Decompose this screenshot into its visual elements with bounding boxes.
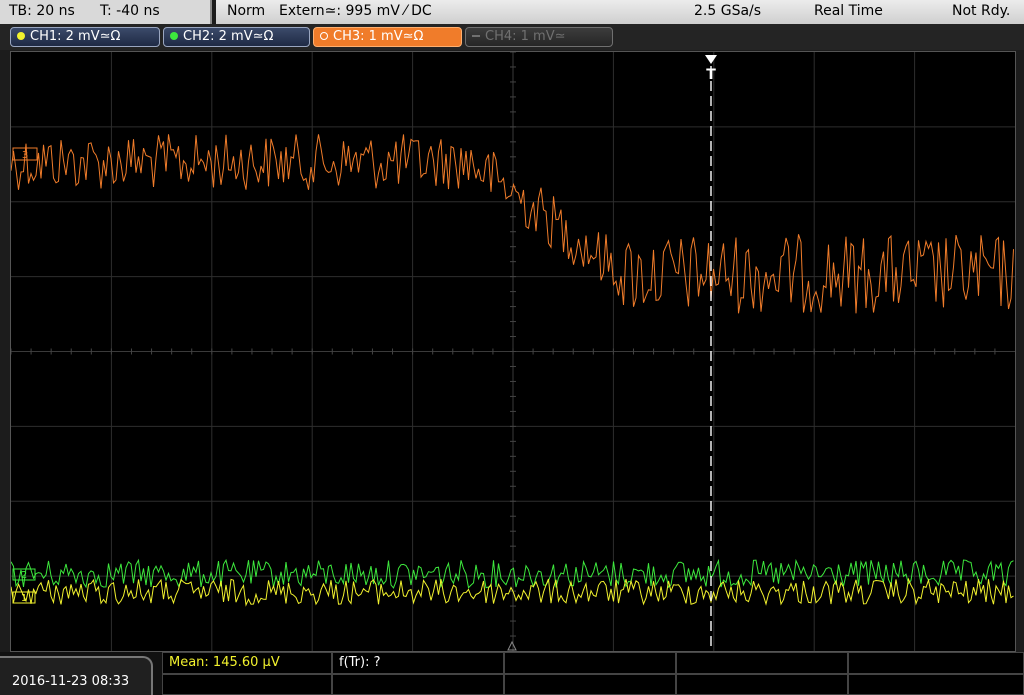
status-readout: Not Rdy. (952, 3, 1011, 19)
acquisition-panel: Norm Extern≃: 995 mV ⁄ DC 2.5 GSa/s Real… (216, 0, 1024, 24)
measurement-cell[interactable] (848, 674, 1024, 695)
waveform-display[interactable]: T 3 2 1 (10, 51, 1016, 652)
sample-rate-readout[interactable]: 2.5 GSa/s (694, 3, 761, 19)
mean-measurement: Mean: 145.60 µV (169, 655, 280, 670)
trigger-offset-readout[interactable]: T: -40 ns (100, 3, 160, 19)
ch2-indicator-icon (170, 32, 178, 40)
tab-ch1[interactable]: CH1: 2 mV≃Ω (10, 27, 160, 47)
run-mode-readout[interactable]: Real Time (814, 3, 883, 19)
datetime-panel: 2016-11-23 08:33 (0, 656, 153, 695)
measurement-cell[interactable] (848, 652, 1024, 674)
ch1-trace (10, 577, 1014, 607)
measurement-cell[interactable] (504, 674, 676, 695)
ch3-trace (10, 134, 1014, 314)
measurement-cell[interactable] (676, 674, 848, 695)
tab-ch3[interactable]: CH3: 1 mV≃Ω (313, 27, 462, 47)
trigger-label: T (706, 67, 716, 83)
measurement-panel[interactable]: Mean: 145.60 µV f(Tr): ? (162, 652, 1024, 695)
datetime-readout: 2016-11-23 08:33 (12, 674, 130, 689)
tab-ch4[interactable]: CH4: 1 mV≃ (465, 27, 613, 47)
ch2-marker-label: 2 (21, 570, 27, 581)
channel-tabs: CH1: 2 mV≃Ω CH2: 2 mV≃Ω CH3: 1 mV≃Ω CH4:… (0, 24, 1024, 50)
ch3-indicator-icon (320, 32, 328, 40)
ch4-indicator-icon (472, 35, 480, 37)
frequency-measurement: f(Tr): ? (339, 655, 381, 670)
time-reference-icon (507, 640, 517, 651)
timebase-readout[interactable]: TB: 20 ns (9, 3, 75, 19)
ch1-label: CH1: 2 mV≃Ω (30, 29, 121, 44)
ch3-label: CH3: 1 mV≃Ω (333, 29, 424, 44)
ch3-marker-label: 3 (22, 150, 28, 161)
ch4-label: CH4: 1 mV≃ (485, 29, 566, 44)
measurement-cell[interactable] (676, 652, 848, 674)
status-bar: TB: 20 ns T: -40 ns Norm Extern≃: 995 mV… (0, 0, 1024, 24)
waveform-canvas[interactable]: T 3 2 1 (10, 51, 1015, 651)
acq-mode-readout[interactable]: Norm (227, 3, 265, 19)
ch3-offset-marker[interactable]: 3 (12, 147, 38, 161)
measurement-cell[interactable] (504, 652, 676, 674)
trigger-source-readout[interactable]: Extern≃: 995 mV ⁄ DC (279, 3, 432, 19)
trigger-arrow-icon[interactable] (705, 55, 717, 64)
ch2-label: CH2: 2 mV≃Ω (183, 29, 274, 44)
ch1-marker-label: 1 (21, 593, 27, 604)
graticule (10, 51, 1015, 651)
tab-ch2[interactable]: CH2: 2 mV≃Ω (163, 27, 310, 47)
timebase-panel[interactable]: TB: 20 ns T: -40 ns (0, 0, 212, 24)
measurement-cell[interactable] (332, 674, 504, 695)
ch1-indicator-icon (17, 32, 25, 40)
measurement-cell[interactable] (162, 674, 332, 695)
